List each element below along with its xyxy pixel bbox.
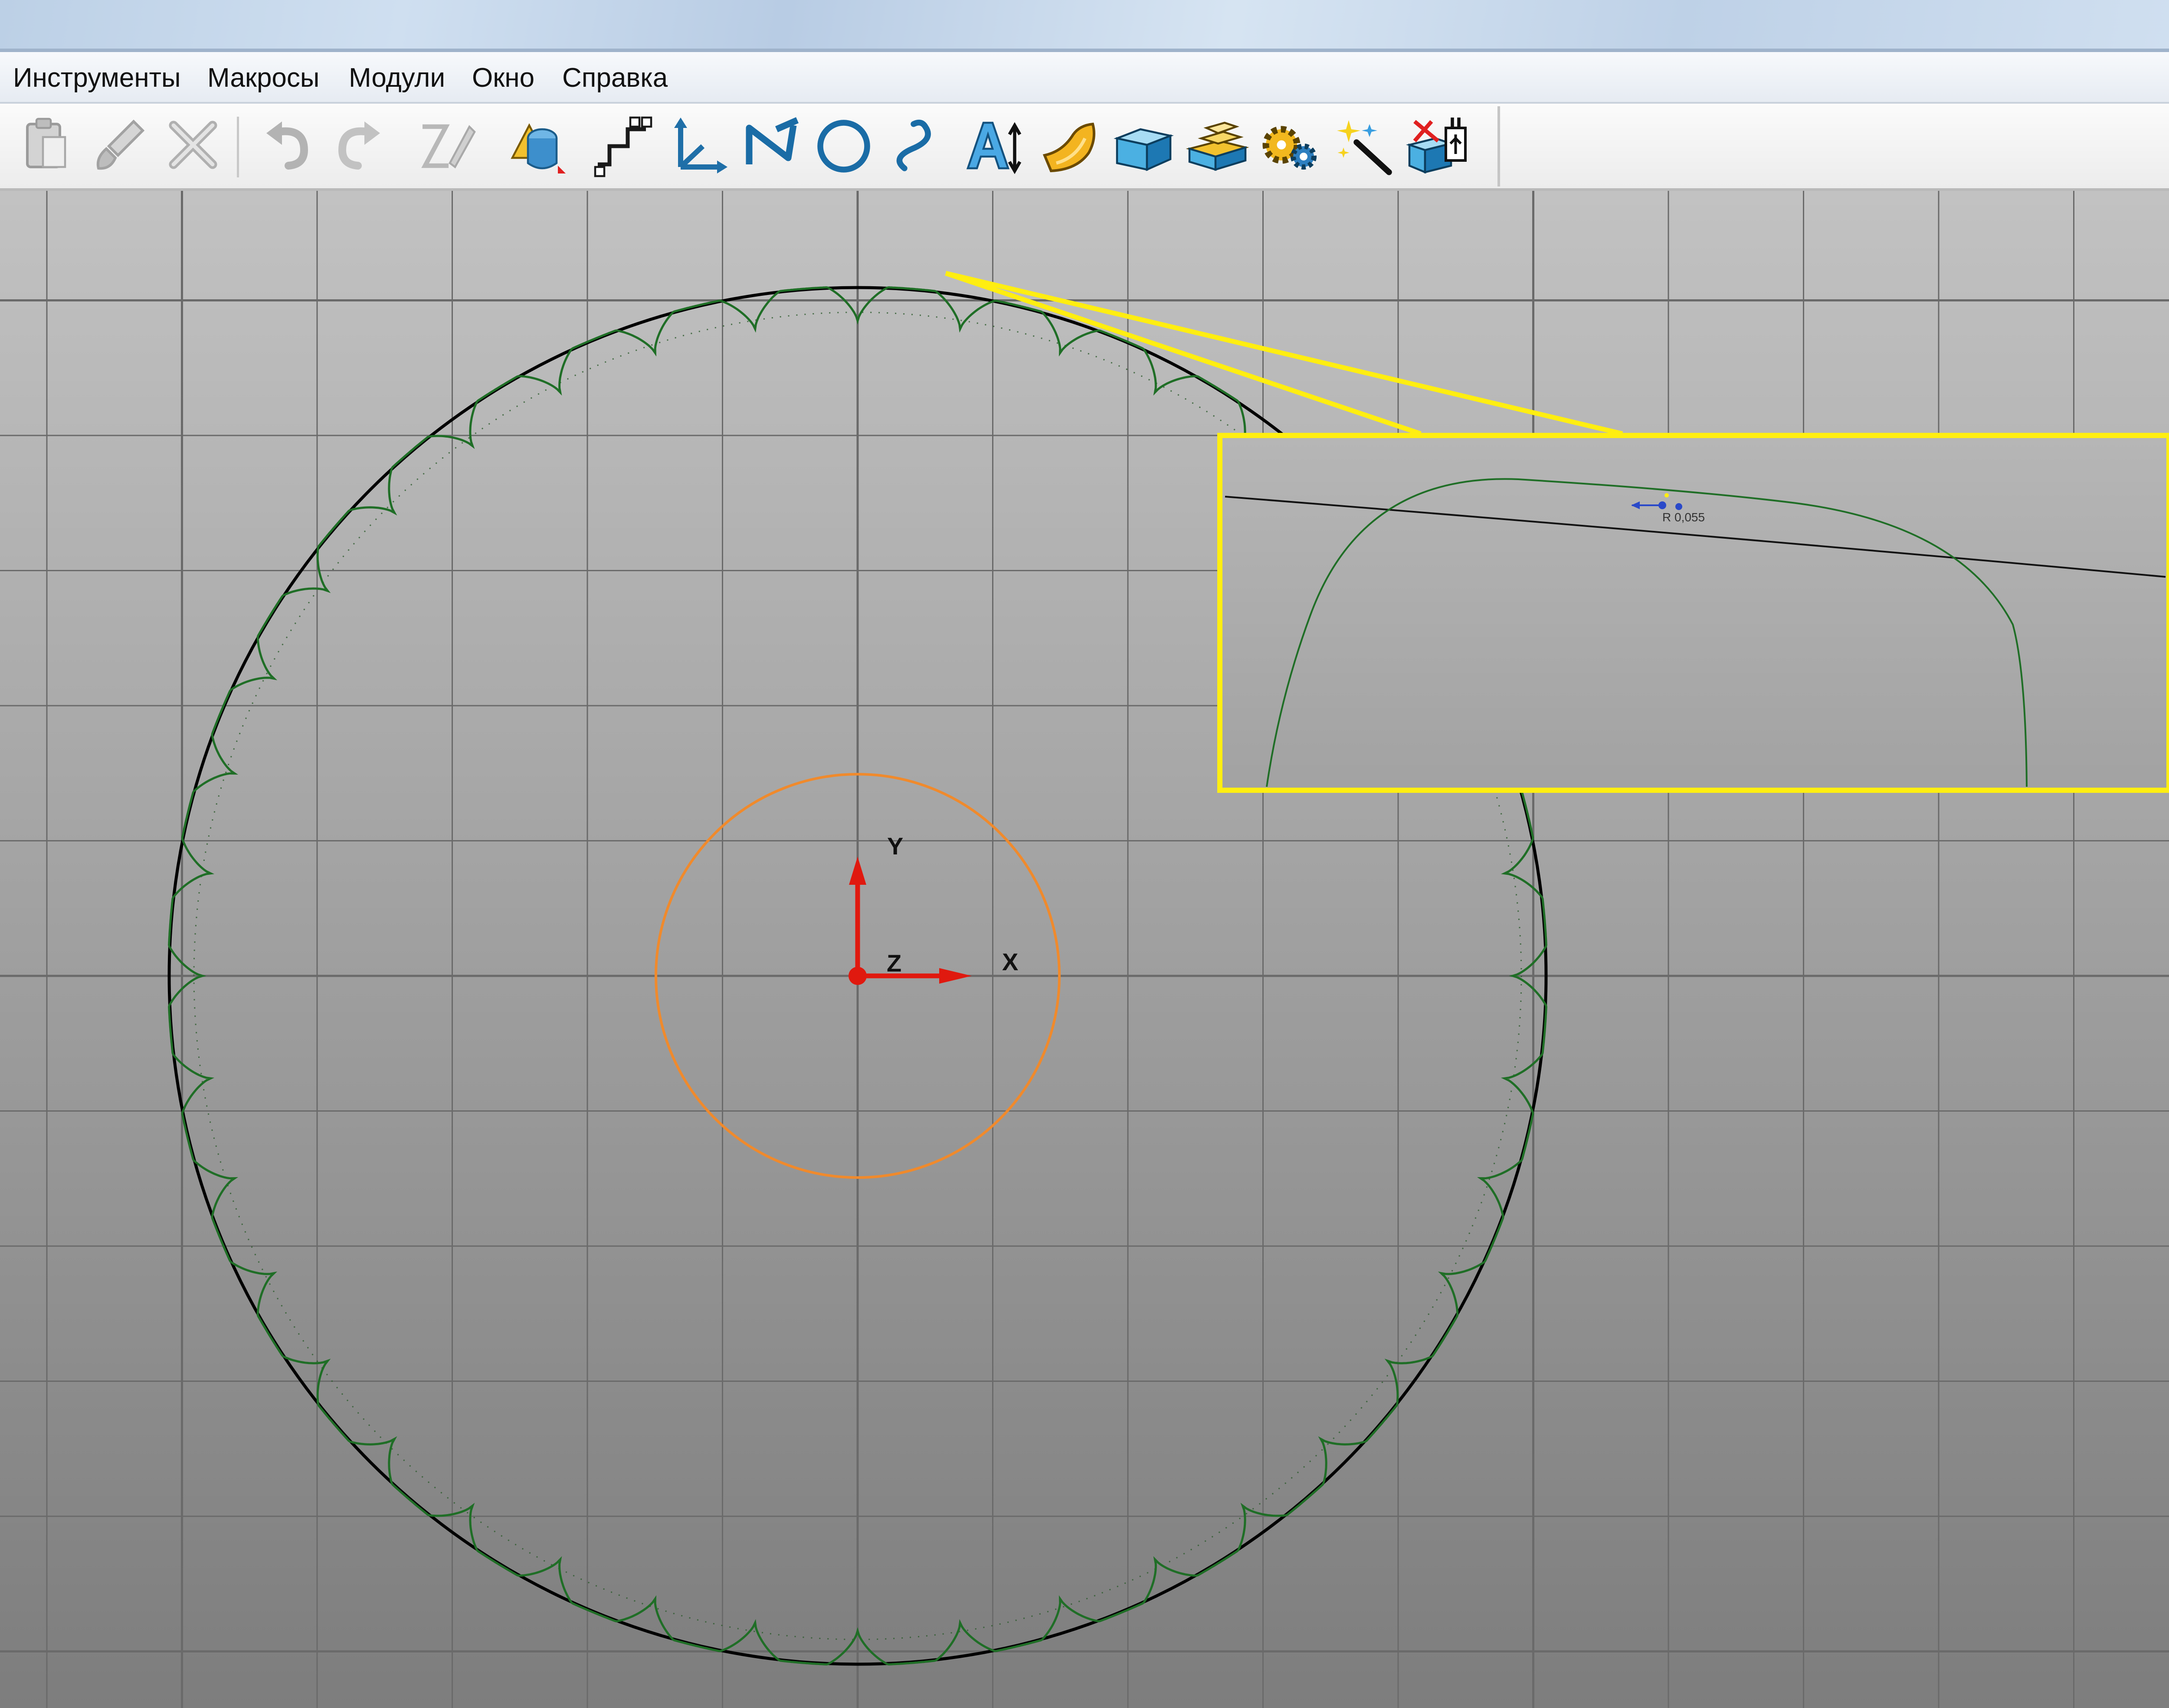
radius-label: R 0,055 (1662, 510, 1705, 524)
surface-icon (1042, 122, 1095, 173)
magic-wand-icon (1337, 120, 1392, 175)
toolbar-separator (237, 117, 239, 177)
menu-tools[interactable]: Инструменты (13, 62, 181, 93)
zoom-inset-frame (1217, 433, 2169, 793)
machine-export-icon (1406, 118, 1467, 174)
machine-export-button[interactable] (1406, 112, 1471, 177)
origin-point (849, 967, 867, 985)
primitives-button[interactable] (503, 112, 568, 177)
paste-button[interactable] (13, 112, 78, 177)
curve-button[interactable] (885, 112, 950, 177)
edit-button[interactable] (412, 112, 477, 177)
menu-macros[interactable]: Макросы (207, 62, 319, 93)
z-axis-label: Z (887, 949, 901, 977)
x-axis-label: X (1002, 948, 1018, 975)
axes-button[interactable] (664, 112, 729, 177)
solid-block-button[interactable] (1111, 112, 1176, 177)
redo-icon (338, 121, 380, 170)
magic-wand-button[interactable] (1332, 112, 1397, 177)
brush-button[interactable] (87, 112, 152, 177)
toolbar-end-divider (1497, 106, 1500, 187)
circle-icon (817, 120, 870, 173)
redo-button[interactable] (325, 112, 390, 177)
circle-button[interactable] (811, 112, 876, 177)
polyline-button[interactable] (737, 112, 803, 177)
primitives-icon (511, 123, 566, 173)
menu-window[interactable]: Окно (472, 62, 534, 93)
delete-button[interactable] (161, 112, 226, 177)
gears-icon (1262, 126, 1317, 170)
undo-icon (266, 121, 308, 170)
edit-pen-icon (421, 124, 476, 169)
solid-block-icon (1114, 128, 1174, 171)
text-icon (966, 121, 1022, 174)
model-viewport[interactable]: Y Z X R 0,055 (0, 191, 2169, 1708)
workplane-button[interactable] (590, 112, 655, 177)
layer-stack-button[interactable] (1184, 112, 1249, 177)
y-axis-label: Y (887, 832, 903, 860)
paste-icon (26, 118, 66, 168)
undo-button[interactable] (256, 112, 321, 177)
title-bar-edge (0, 49, 2169, 52)
brush-icon (96, 119, 145, 170)
main-toolbar (0, 104, 2169, 191)
gears-button[interactable] (1258, 112, 1323, 177)
axes-icon (674, 118, 727, 173)
menu-bar: Инструменты Макросы Модули Окно Справка (0, 52, 2169, 104)
delete-icon (169, 121, 217, 169)
surface-button[interactable] (1037, 112, 1102, 177)
curve-icon (896, 119, 931, 171)
text-button[interactable] (959, 112, 1024, 177)
menu-modules[interactable]: Модули (349, 62, 445, 93)
viewport-background (0, 191, 2169, 1708)
menu-help[interactable]: Справка (562, 62, 668, 93)
polyline-icon (746, 117, 799, 164)
window-title-bar (0, 0, 2169, 51)
layer-stack-icon (1186, 121, 1249, 171)
workplane-icon (594, 116, 652, 177)
